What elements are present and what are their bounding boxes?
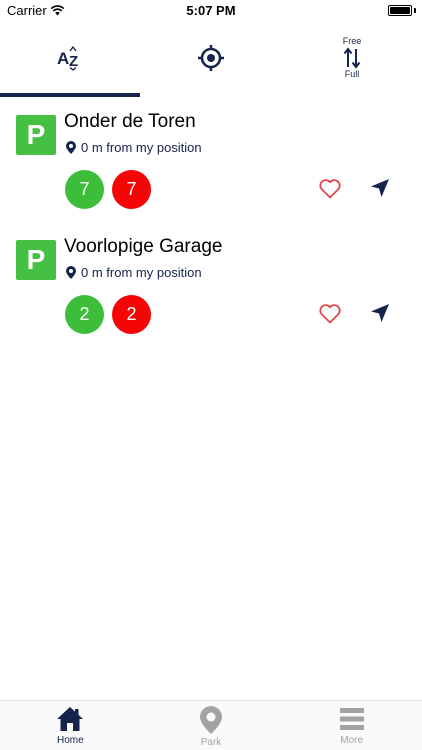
navigate-button[interactable] [367, 175, 393, 201]
crosshair-icon [198, 45, 224, 71]
active-tab-indicator [0, 93, 140, 97]
tab-more[interactable]: More [281, 701, 422, 750]
sort-tabs: A Z Free Full [0, 22, 422, 98]
tab-sort-free-full[interactable]: Free Full [282, 22, 422, 94]
tab-park[interactable]: Park [141, 701, 282, 750]
parking-logo: P [16, 115, 56, 155]
navigation-arrow-icon [371, 304, 389, 322]
status-time: 5:07 PM [186, 3, 236, 18]
location-pin-icon [66, 140, 76, 154]
tab-more-label: More [340, 735, 364, 746]
map-pin-icon [200, 706, 222, 734]
favorite-button[interactable] [317, 175, 343, 201]
full-spots-badge: 7 [112, 170, 151, 209]
battery-icon [388, 5, 412, 16]
tab-bar: Home Park More [0, 700, 422, 750]
heart-icon [319, 303, 341, 323]
swap-vertical-icon [343, 47, 361, 69]
distance-text: 0 m from my position [81, 139, 202, 155]
tab-park-label: Park [200, 737, 222, 748]
parking-name: Voorlopige Garage [64, 236, 223, 257]
tab-sort-distance[interactable] [141, 22, 281, 94]
menu-icon [339, 708, 364, 730]
tab-sort-alphabetical[interactable]: A Z [0, 22, 140, 94]
battery-tip [414, 8, 416, 13]
free-spots-badge: 2 [65, 295, 104, 334]
navigation-arrow-icon [371, 179, 389, 197]
status-bar: Carrier 5:07 PM [0, 0, 422, 22]
tab-home-label: Home [56, 735, 84, 746]
favorite-button[interactable] [317, 300, 343, 326]
full-label: Full [344, 69, 360, 79]
full-spots-badge: 2 [112, 295, 151, 334]
distance-text: 0 m from my position [81, 264, 202, 280]
free-label: Free [342, 36, 362, 46]
parking-distance: 0 m from my position [66, 263, 202, 281]
svg-text:A: A [57, 49, 69, 68]
parking-list: P Onder de Toren 0 m from my position 7 … [0, 108, 422, 358]
parking-name: Onder de Toren [64, 111, 196, 132]
parking-item[interactable]: P Onder de Toren 0 m from my position 7 … [0, 108, 422, 233]
free-spots-badge: 7 [65, 170, 104, 209]
parking-logo: P [16, 240, 56, 280]
home-icon [57, 707, 84, 731]
location-pin-icon [66, 265, 76, 279]
parking-distance: 0 m from my position [66, 138, 202, 156]
heart-icon [319, 178, 341, 198]
sort-az-icon: A Z [57, 45, 78, 71]
navigate-button[interactable] [367, 300, 393, 326]
parking-item[interactable]: P Voorlopige Garage 0 m from my position… [0, 233, 422, 358]
tab-home[interactable]: Home [0, 701, 141, 750]
